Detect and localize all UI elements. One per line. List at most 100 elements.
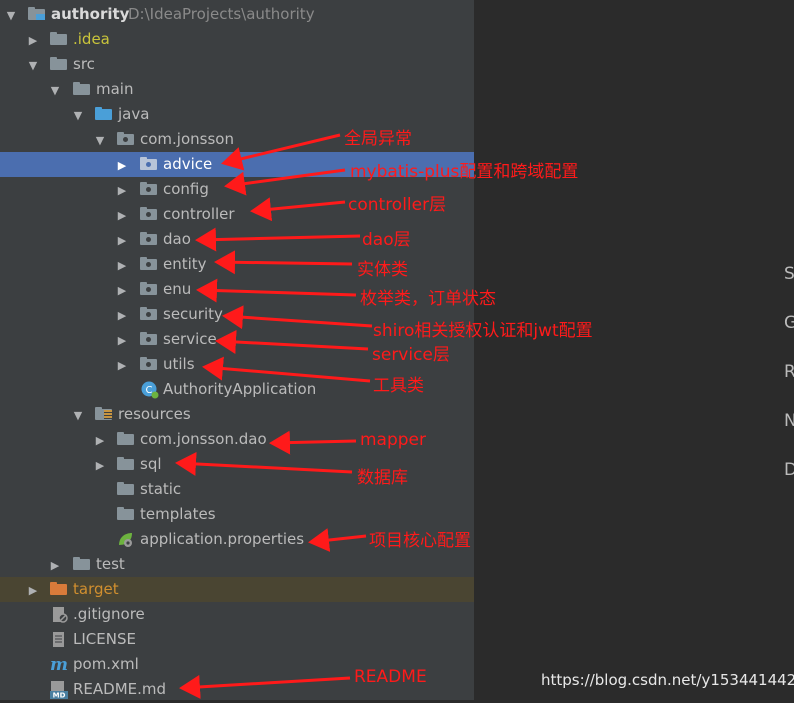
tree-label: pom.xml — [73, 655, 139, 673]
tree-label: security — [163, 305, 223, 323]
module-folder-icon — [28, 6, 46, 22]
package-icon — [140, 281, 158, 297]
expand-arrow-icon[interactable]: ▼ — [73, 109, 83, 122]
tree-label: utils — [163, 355, 195, 373]
package-icon — [140, 156, 158, 172]
collapse-arrow-icon[interactable]: ▶ — [95, 434, 105, 447]
annotation-readme: README — [354, 667, 427, 687]
collapse-arrow-icon[interactable]: ▶ — [117, 234, 127, 247]
tree-row-templates[interactable]: templates — [0, 502, 474, 527]
tree-row-gitignore[interactable]: .gitignore — [0, 602, 474, 627]
tree-label: com.jonsson — [140, 130, 234, 148]
tree-label: config — [163, 180, 209, 198]
expand-arrow-icon[interactable]: ▼ — [73, 409, 83, 422]
tree-row-target[interactable]: ▶ target — [0, 577, 474, 602]
tree-label: service — [163, 330, 217, 348]
collapse-arrow-icon[interactable]: ▶ — [95, 459, 105, 472]
annotation-utils: 工具类 — [373, 376, 424, 396]
tree-label: .idea — [73, 30, 110, 48]
editor-area — [474, 0, 794, 700]
annotation-controller: controller层 — [348, 195, 447, 215]
folder-icon — [117, 506, 135, 522]
tree-label: application.properties — [140, 530, 305, 548]
collapse-arrow-icon[interactable]: ▶ — [117, 359, 127, 372]
spring-boot-class-icon: C — [141, 381, 159, 399]
collapse-arrow-icon[interactable]: ▶ — [28, 34, 38, 47]
tree-label: main — [96, 80, 134, 98]
package-icon — [140, 206, 158, 222]
tree-label: target — [73, 580, 119, 598]
annotation-sql: 数据库 — [357, 468, 408, 488]
package-icon — [140, 256, 158, 272]
tree-label: static — [140, 480, 182, 498]
annotation-config: mybatis-plus配置和跨域配置 — [350, 162, 579, 182]
tree-label: AuthorityApplication — [163, 380, 317, 398]
source-folder-icon — [95, 106, 113, 122]
svg-text:C: C — [146, 385, 153, 396]
annotation-res-dao: mapper — [360, 430, 427, 450]
expand-arrow-icon[interactable]: ▼ — [6, 9, 16, 22]
expand-arrow-icon[interactable]: ▼ — [95, 134, 105, 147]
markdown-file-icon: MD — [50, 680, 68, 700]
watermark: https://blog.csdn.net/y1534414425 — [541, 671, 794, 689]
tree-label: enu — [163, 280, 192, 298]
tree-row-main[interactable]: ▼ main — [0, 77, 474, 102]
tree-label: src — [73, 55, 95, 73]
tree-row-license[interactable]: LICENSE — [0, 627, 474, 652]
svg-text:m: m — [50, 655, 68, 673]
project-path: D:\IdeaProjects\authority — [128, 5, 315, 23]
folder-icon — [73, 556, 91, 572]
collapse-arrow-icon[interactable]: ▶ — [117, 284, 127, 297]
tree-label: resources — [118, 405, 191, 423]
package-icon — [140, 356, 158, 372]
collapse-arrow-icon[interactable]: ▶ — [117, 159, 127, 172]
collapse-arrow-icon[interactable]: ▶ — [117, 184, 127, 197]
tree-row-idea[interactable]: ▶ .idea — [0, 27, 474, 52]
collapse-arrow-icon[interactable]: ▶ — [50, 559, 60, 572]
collapse-arrow-icon[interactable]: ▶ — [117, 309, 127, 322]
package-icon — [117, 131, 135, 147]
annotation-enu: 枚举类，订单状态 — [360, 289, 496, 309]
tree-label: dao — [163, 230, 191, 248]
folder-icon — [50, 56, 68, 72]
resources-folder-icon — [95, 406, 113, 422]
project-name: authority — [51, 5, 130, 23]
tree-label: com.jonsson.dao — [140, 430, 267, 448]
expand-arrow-icon[interactable]: ▼ — [28, 59, 38, 72]
tree-row-test[interactable]: ▶ test — [0, 552, 474, 577]
tree-label: controller — [163, 205, 235, 223]
tree-label: .gitignore — [73, 605, 145, 623]
package-icon — [140, 306, 158, 322]
collapse-arrow-icon[interactable]: ▶ — [28, 584, 38, 597]
folder-icon — [117, 481, 135, 497]
annotation-security: shiro相关授权认证和jwt配置 — [373, 321, 593, 341]
svg-text:MD: MD — [53, 692, 66, 700]
tree-row-project-root[interactable]: ▼ authority D:\IdeaProjects\authority — [0, 2, 474, 27]
annotation-service: service层 — [372, 345, 450, 365]
ignore-file-icon — [52, 606, 70, 623]
excluded-folder-icon — [50, 581, 68, 597]
annotation-entity: 实体类 — [357, 260, 408, 280]
collapse-arrow-icon[interactable]: ▶ — [117, 334, 127, 347]
folder-icon — [117, 431, 135, 447]
collapse-arrow-icon[interactable]: ▶ — [117, 209, 127, 222]
tree-label: entity — [163, 255, 207, 273]
tree-label: templates — [140, 505, 216, 523]
collapse-arrow-icon[interactable]: ▶ — [117, 259, 127, 272]
folder-icon — [50, 31, 68, 47]
tree-row-src[interactable]: ▼ src — [0, 52, 474, 77]
folder-icon — [73, 81, 91, 97]
tree-row-resources[interactable]: ▼ resources — [0, 402, 474, 427]
folder-icon — [117, 456, 135, 472]
tree-label: sql — [140, 455, 162, 473]
editor-text-fragment: S — [784, 264, 794, 284]
package-icon — [140, 181, 158, 197]
tree-label: advice — [163, 155, 213, 173]
editor-text-fragment: R — [784, 362, 794, 382]
annotation-dao: dao层 — [362, 230, 411, 250]
annotation-app-props: 项目核心配置 — [369, 531, 471, 551]
tree-label: test — [96, 555, 125, 573]
spring-properties-icon — [117, 531, 135, 547]
expand-arrow-icon[interactable]: ▼ — [50, 84, 60, 97]
tree-label: README.md — [73, 680, 167, 698]
